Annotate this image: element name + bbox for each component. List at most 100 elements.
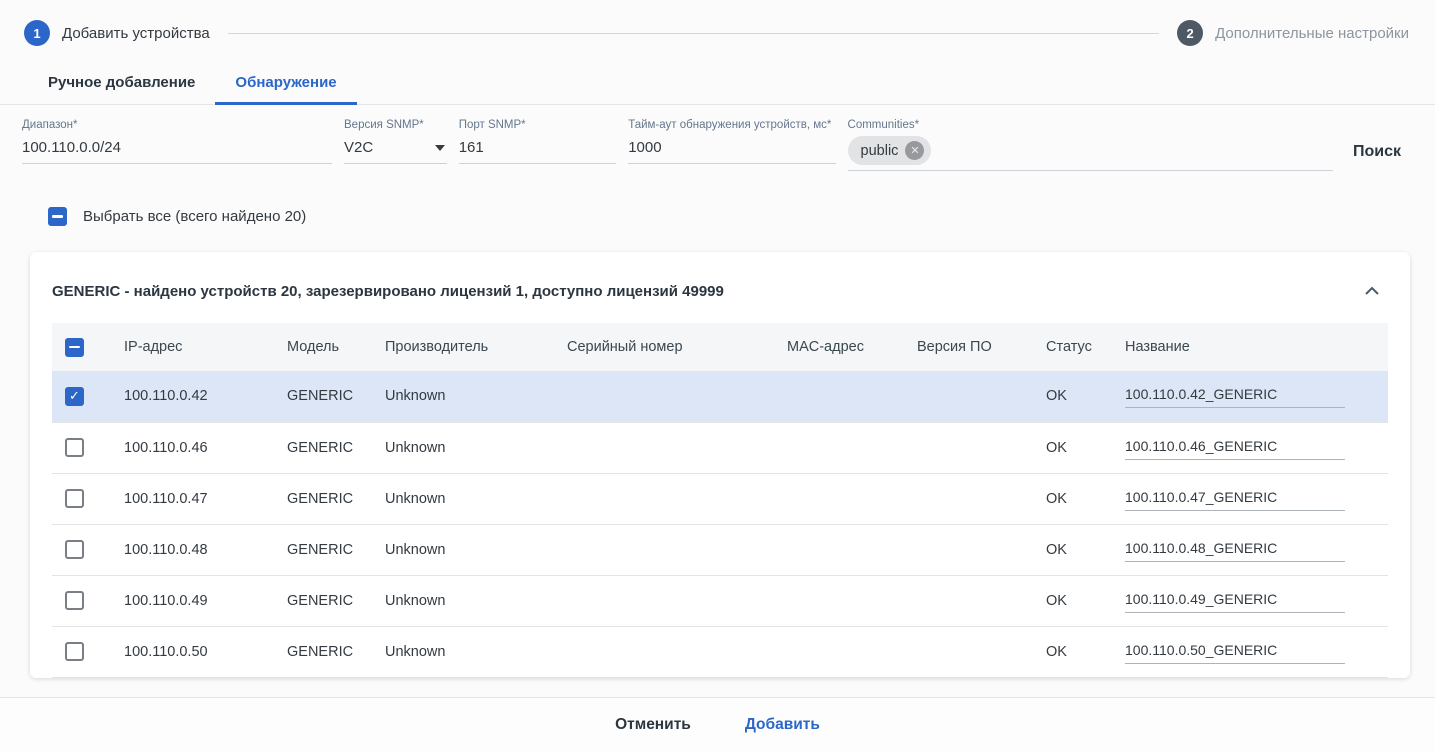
cell-model: GENERIC xyxy=(275,473,373,524)
chevron-down-icon xyxy=(435,145,445,151)
cell-fw xyxy=(905,524,1034,575)
cell-status: OK xyxy=(1034,626,1113,677)
cell-serial xyxy=(555,473,775,524)
column-status: Статус xyxy=(1034,323,1113,371)
table-row: 100.110.0.46 GENERIC Unknown OK xyxy=(52,422,1388,473)
cell-serial xyxy=(555,575,775,626)
cell-serial xyxy=(555,524,775,575)
select-all-row: Выбрать все (всего найдено 20) xyxy=(0,171,1435,226)
table-row: 100.110.0.48 GENERIC Unknown OK xyxy=(52,524,1388,575)
select-all-checkbox[interactable] xyxy=(48,207,67,226)
add-button[interactable]: Добавить xyxy=(735,708,830,742)
cell-model: GENERIC xyxy=(275,575,373,626)
cell-serial xyxy=(555,626,775,677)
device-name-input[interactable] xyxy=(1125,487,1345,511)
table-row: 100.110.0.50 GENERIC Unknown OK xyxy=(52,626,1388,677)
device-name-input[interactable] xyxy=(1125,589,1345,613)
cell-status: OK xyxy=(1034,422,1113,473)
cell-ip: 100.110.0.48 xyxy=(112,524,275,575)
timeout-label: Тайм-аут обнаружения устройств, мс* xyxy=(628,119,835,131)
cell-ip: 100.110.0.46 xyxy=(112,422,275,473)
group-header: GENERIC - найдено устройств 20, зарезерв… xyxy=(52,252,1388,323)
column-name: Название xyxy=(1113,323,1388,371)
cell-mac xyxy=(775,473,905,524)
tab-manual-add[interactable]: Ручное добавление xyxy=(28,62,215,104)
cell-model: GENERIC xyxy=(275,371,373,422)
range-field-group: Диапазон* xyxy=(22,119,332,164)
column-fw: Версия ПО xyxy=(905,323,1034,371)
cell-model: GENERIC xyxy=(275,524,373,575)
step-1-badge: 1 xyxy=(24,20,50,46)
group-title: GENERIC - найдено устройств 20, зарезерв… xyxy=(52,283,724,300)
chevron-up-icon xyxy=(1364,286,1380,296)
cell-vendor: Unknown xyxy=(373,422,555,473)
snmp-version-select[interactable]: V2C xyxy=(344,136,447,164)
step-1-label: Добавить устройства xyxy=(62,25,210,42)
table-header-row: IP-адрес Модель Производитель Серийный н… xyxy=(52,323,1388,371)
snmp-port-input[interactable] xyxy=(459,136,617,164)
snmp-port-field-group: Порт SNMP* xyxy=(459,119,617,164)
cell-fw xyxy=(905,422,1034,473)
timeout-field-group: Тайм-аут обнаружения устройств, мс* xyxy=(628,119,835,164)
step-1-add-devices[interactable]: 1 Добавить устройства xyxy=(24,20,210,46)
device-name-input[interactable] xyxy=(1125,538,1345,562)
table-row: ✓ 100.110.0.42 GENERIC Unknown OK xyxy=(52,371,1388,422)
community-chip-label: public xyxy=(861,143,899,159)
device-name-input[interactable] xyxy=(1125,384,1345,408)
column-vendor: Производитель xyxy=(373,323,555,371)
cell-status: OK xyxy=(1034,524,1113,575)
cell-vendor: Unknown xyxy=(373,626,555,677)
column-model: Модель xyxy=(275,323,373,371)
row-checkbox[interactable] xyxy=(65,540,84,559)
cell-vendor: Unknown xyxy=(373,575,555,626)
cell-vendor: Unknown xyxy=(373,371,555,422)
wizard-footer: Отменить Добавить xyxy=(0,697,1435,752)
cell-fw xyxy=(905,371,1034,422)
cell-fw xyxy=(905,626,1034,677)
row-checkbox[interactable] xyxy=(65,642,84,661)
cell-mac xyxy=(775,575,905,626)
cell-model: GENERIC xyxy=(275,626,373,677)
discovered-devices-table: IP-адрес Модель Производитель Серийный н… xyxy=(52,323,1388,678)
range-label: Диапазон* xyxy=(22,119,332,131)
timeout-input[interactable] xyxy=(628,136,835,164)
wizard-stepper: 1 Добавить устройства 2 Дополнительные н… xyxy=(0,0,1435,48)
device-group-card: GENERIC - найдено устройств 20, зарезерв… xyxy=(30,252,1410,678)
cell-vendor: Unknown xyxy=(373,473,555,524)
table-select-all-checkbox[interactable] xyxy=(65,338,84,357)
communities-input[interactable]: public ✕ xyxy=(848,136,1333,171)
device-name-input[interactable] xyxy=(1125,436,1345,460)
column-serial: Серийный номер xyxy=(555,323,775,371)
device-name-input[interactable] xyxy=(1125,640,1345,664)
cell-ip: 100.110.0.49 xyxy=(112,575,275,626)
cell-ip: 100.110.0.42 xyxy=(112,371,275,422)
cell-status: OK xyxy=(1034,575,1113,626)
cell-mac xyxy=(775,524,905,575)
cell-mac xyxy=(775,626,905,677)
cell-serial xyxy=(555,422,775,473)
snmp-version-label: Версия SNMP* xyxy=(344,119,447,131)
step-2-label: Дополнительные настройки xyxy=(1215,25,1409,42)
row-checkbox[interactable]: ✓ xyxy=(65,387,84,406)
row-checkbox[interactable] xyxy=(65,438,84,457)
select-all-label: Выбрать все (всего найдено 20) xyxy=(83,208,306,225)
table-row: 100.110.0.47 GENERIC Unknown OK xyxy=(52,473,1388,524)
collapse-group-button[interactable] xyxy=(1360,280,1384,303)
tab-discovery[interactable]: Обнаружение xyxy=(215,62,356,104)
snmp-version-value: V2C xyxy=(344,136,447,164)
cell-fw xyxy=(905,473,1034,524)
step-2-additional-settings[interactable]: 2 Дополнительные настройки xyxy=(1177,20,1409,46)
table-row: 100.110.0.49 GENERIC Unknown OK xyxy=(52,575,1388,626)
cell-fw xyxy=(905,575,1034,626)
column-mac: MAC-адрес xyxy=(775,323,905,371)
row-checkbox[interactable] xyxy=(65,591,84,610)
stepper-connector xyxy=(228,33,1159,34)
row-checkbox[interactable] xyxy=(65,489,84,508)
cell-serial xyxy=(555,371,775,422)
snmp-port-label: Порт SNMP* xyxy=(459,119,617,131)
chip-remove-icon[interactable]: ✕ xyxy=(905,141,924,160)
cancel-button[interactable]: Отменить xyxy=(605,708,701,742)
cell-mac xyxy=(775,422,905,473)
range-input[interactable] xyxy=(22,136,332,164)
search-button[interactable]: Поиск xyxy=(1345,137,1409,167)
